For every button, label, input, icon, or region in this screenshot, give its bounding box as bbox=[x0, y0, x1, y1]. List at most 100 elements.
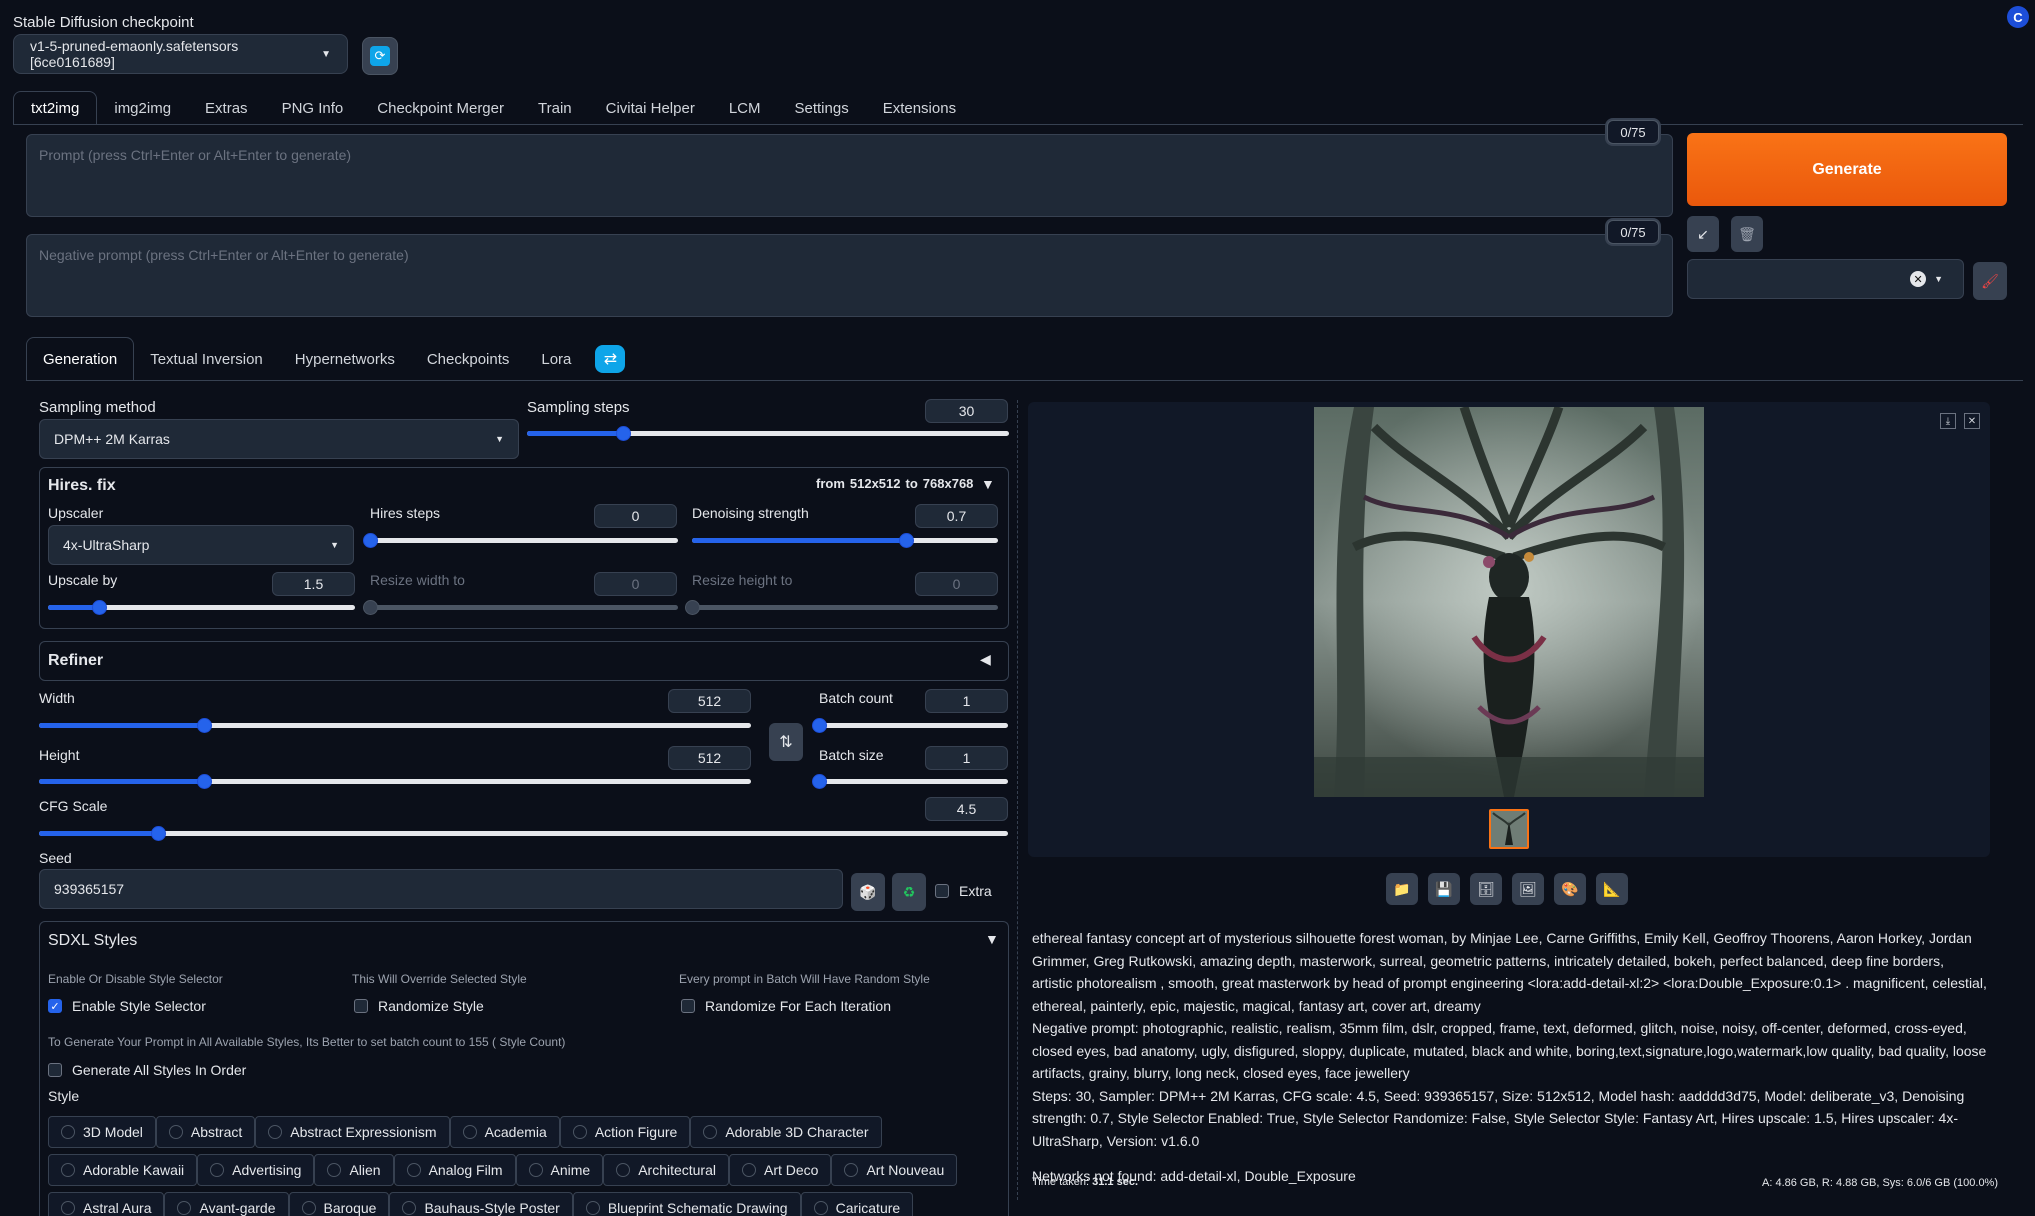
style-option[interactable]: Baroque bbox=[288, 1192, 390, 1216]
slider-thumb[interactable] bbox=[685, 600, 700, 615]
hires-steps-input[interactable]: 0 bbox=[594, 504, 677, 528]
edit-styles-button[interactable]: 🖌 bbox=[1973, 262, 2007, 300]
style-option[interactable]: Analog Film bbox=[393, 1154, 516, 1186]
tab-generation[interactable]: Generation bbox=[26, 337, 135, 381]
cfg-scale-input[interactable]: 4.5 bbox=[925, 797, 1008, 821]
style-option[interactable]: Alien bbox=[314, 1154, 394, 1186]
style-option[interactable]: Bauhaus-Style Poster bbox=[389, 1192, 573, 1216]
style-option[interactable]: Abstract bbox=[155, 1116, 256, 1148]
expand-triangle-icon[interactable]: ◀ bbox=[980, 651, 991, 668]
collapse-triangle-icon[interactable]: ▼ bbox=[985, 931, 999, 947]
enable-style-selector[interactable]: ✓ Enable Style Selector bbox=[48, 998, 206, 1014]
tab-textual-inversion[interactable]: Textual Inversion bbox=[134, 337, 279, 381]
batch-size-input[interactable]: 1 bbox=[925, 746, 1008, 770]
randomize-each-checkbox[interactable] bbox=[681, 999, 695, 1013]
slider-track[interactable] bbox=[819, 723, 1008, 728]
resize-width-slider[interactable] bbox=[363, 598, 678, 616]
download-icon[interactable]: ⤓ bbox=[1940, 413, 1956, 429]
sampling-method-select[interactable]: DPM++ 2M Karras ▼ bbox=[39, 419, 519, 459]
checkpoint-select[interactable]: v1-5-pruned-emaonly.safetensors [6ce0161… bbox=[13, 34, 348, 74]
tab-txt2img[interactable]: txt2img bbox=[13, 91, 98, 125]
seed-input[interactable]: 939365157 bbox=[39, 869, 843, 909]
tab-checkpoint-merger[interactable]: Checkpoint Merger bbox=[360, 91, 521, 125]
tab-png-info[interactable]: PNG Info bbox=[265, 91, 361, 125]
slider-thumb[interactable] bbox=[616, 426, 632, 441]
gallery-thumbnail[interactable] bbox=[1489, 809, 1529, 849]
randomize-style-checkbox[interactable] bbox=[354, 999, 368, 1013]
batch-count-input[interactable]: 1 bbox=[925, 689, 1008, 713]
upscale-by-slider[interactable] bbox=[48, 598, 355, 616]
cfg-scale-slider[interactable] bbox=[39, 824, 1008, 842]
randomize-each-iteration[interactable]: Randomize For Each Iteration bbox=[681, 998, 891, 1014]
slider-thumb[interactable] bbox=[151, 826, 167, 841]
upscaler-select[interactable]: 4x-UltraSharp ▼ bbox=[48, 525, 354, 565]
slider-thumb[interactable] bbox=[812, 774, 827, 789]
slider-thumb[interactable] bbox=[196, 774, 212, 789]
tab-lcm[interactable]: LCM bbox=[712, 91, 778, 125]
tab-train[interactable]: Train bbox=[521, 91, 589, 125]
resize-width-input[interactable]: 0 bbox=[594, 572, 677, 596]
upscale-by-input[interactable]: 1.5 bbox=[272, 572, 355, 596]
tab-settings[interactable]: Settings bbox=[778, 91, 866, 125]
app-badge-icon[interactable]: C bbox=[2007, 6, 2029, 28]
extra-seed-toggle[interactable]: Extra bbox=[935, 883, 992, 899]
resize-height-slider[interactable] bbox=[685, 598, 998, 616]
zip-button[interactable]: 🗄 bbox=[1470, 873, 1502, 905]
slider-track[interactable] bbox=[692, 605, 998, 610]
extra-checkbox[interactable] bbox=[935, 884, 949, 898]
width-slider[interactable] bbox=[39, 716, 751, 734]
style-option[interactable]: Adorable 3D Character bbox=[690, 1116, 882, 1148]
denoising-strength-input[interactable]: 0.7 bbox=[915, 504, 998, 528]
slider-thumb[interactable] bbox=[899, 533, 915, 548]
slider-track[interactable] bbox=[370, 605, 678, 610]
slider-track[interactable] bbox=[370, 538, 678, 543]
tab-extensions[interactable]: Extensions bbox=[866, 91, 973, 125]
slider-thumb[interactable] bbox=[196, 718, 212, 733]
refiner-panel[interactable] bbox=[39, 641, 1009, 681]
negative-prompt-input[interactable]: Negative prompt (press Ctrl+Enter or Alt… bbox=[26, 234, 1673, 317]
style-option[interactable]: Anime bbox=[515, 1154, 604, 1186]
style-option[interactable]: Architectural bbox=[603, 1154, 729, 1186]
tab-hypernetworks[interactable]: Hypernetworks bbox=[279, 337, 411, 381]
save-button[interactable]: 💾 bbox=[1428, 873, 1460, 905]
prompt-styles-dropdown[interactable]: ✕ ▼ bbox=[1687, 259, 1964, 299]
check-icon[interactable]: ✓ bbox=[48, 999, 62, 1013]
slider-thumb[interactable] bbox=[812, 718, 827, 733]
style-option[interactable]: Astral Aura bbox=[48, 1192, 165, 1216]
generated-image[interactable] bbox=[1314, 407, 1704, 797]
refresh-networks-button[interactable]: ⇄ bbox=[595, 345, 626, 373]
refresh-checkpoint-button[interactable]: ⟳ bbox=[362, 37, 398, 75]
sampling-steps-slider[interactable] bbox=[527, 424, 1009, 442]
randomize-style[interactable]: Randomize Style bbox=[354, 998, 484, 1014]
sampling-steps-input[interactable]: 30 bbox=[925, 399, 1008, 423]
tab-extras[interactable]: Extras bbox=[188, 91, 265, 125]
generate-button[interactable]: Generate bbox=[1687, 133, 2007, 206]
style-option[interactable]: Advertising bbox=[197, 1154, 315, 1186]
style-option[interactable]: Abstract Expressionism bbox=[255, 1116, 450, 1148]
width-input[interactable]: 512 bbox=[668, 689, 751, 713]
generate-all-checkbox[interactable] bbox=[48, 1063, 62, 1077]
hires-steps-slider[interactable] bbox=[363, 531, 678, 549]
style-option[interactable]: Avant-garde bbox=[164, 1192, 289, 1216]
read-params-button[interactable]: ↙ bbox=[1687, 216, 1719, 252]
prompt-input[interactable]: Prompt (press Ctrl+Enter or Alt+Enter to… bbox=[26, 134, 1673, 217]
reuse-seed-button[interactable]: ♻ bbox=[892, 873, 926, 911]
slider-track[interactable] bbox=[39, 831, 1008, 836]
clear-prompt-button[interactable]: 🗑 bbox=[1731, 216, 1763, 252]
resize-height-input[interactable]: 0 bbox=[915, 572, 998, 596]
tab-civitai-helper[interactable]: Civitai Helper bbox=[589, 91, 712, 125]
slider-thumb[interactable] bbox=[91, 600, 107, 615]
clear-icon[interactable]: ✕ bbox=[1910, 271, 1927, 287]
random-seed-button[interactable]: 🎲 bbox=[851, 873, 885, 911]
slider-thumb[interactable] bbox=[363, 533, 378, 548]
style-option[interactable]: Adorable Kawaii bbox=[48, 1154, 198, 1186]
send-to-img2img-button[interactable]: 🖼 bbox=[1512, 873, 1544, 905]
tab-lora[interactable]: Lora bbox=[525, 337, 587, 381]
denoising-strength-slider[interactable] bbox=[692, 531, 998, 549]
style-option[interactable]: Blueprint Schematic Drawing bbox=[572, 1192, 801, 1216]
style-option[interactable]: Art Nouveau bbox=[831, 1154, 958, 1186]
style-option[interactable]: Art Deco bbox=[729, 1154, 832, 1186]
height-slider[interactable] bbox=[39, 772, 751, 790]
send-to-extras-button[interactable]: 📐 bbox=[1596, 873, 1628, 905]
style-option[interactable]: Academia bbox=[449, 1116, 560, 1148]
